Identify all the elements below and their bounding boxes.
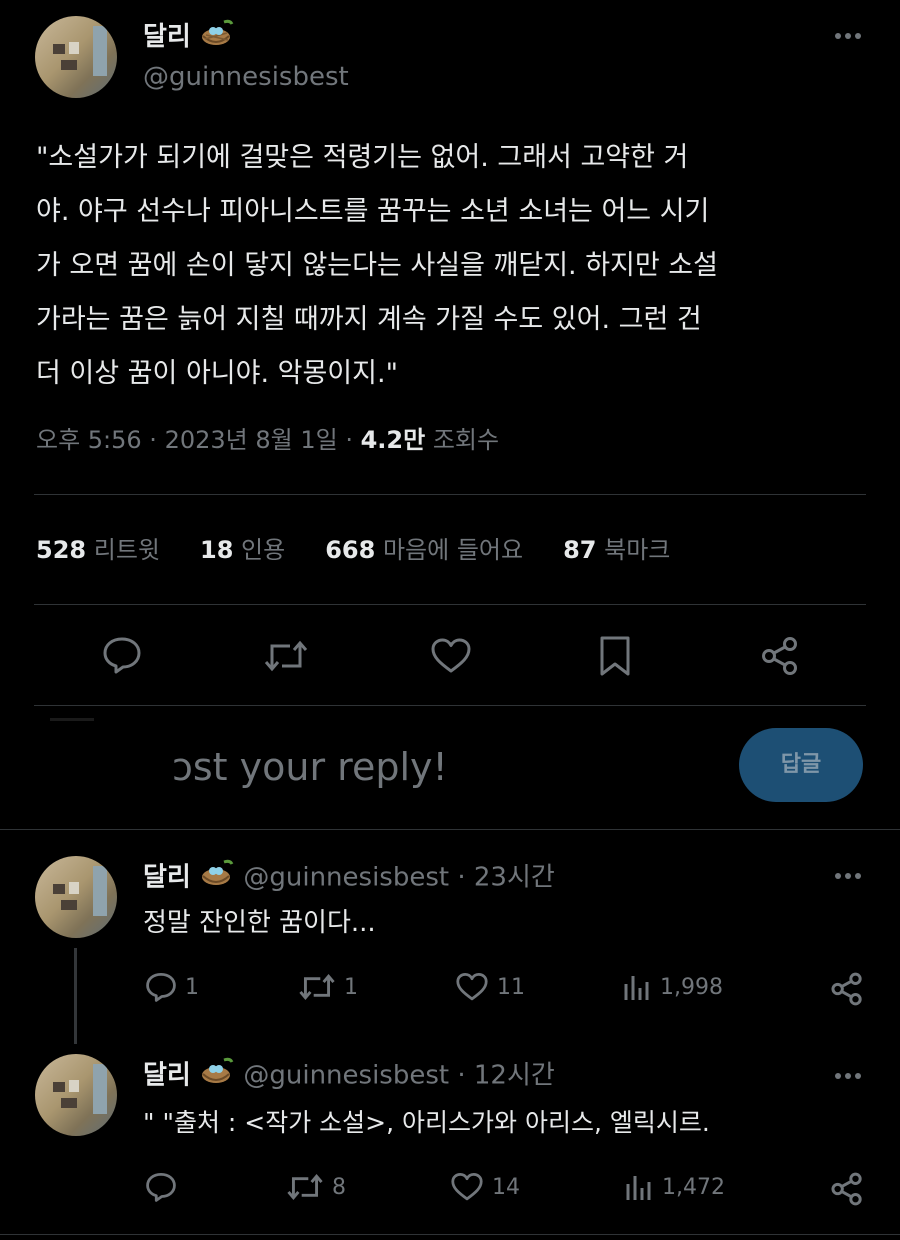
reply-action[interactable]: 1	[145, 972, 199, 1002]
retweet-count: 1	[344, 974, 358, 1000]
divider	[34, 604, 866, 605]
nest-emoji-icon	[199, 858, 235, 898]
reply-icon	[146, 972, 176, 1002]
like-icon	[451, 1172, 483, 1201]
reply-icon[interactable]	[102, 636, 142, 674]
timestamp[interactable]: 오후 5:56 · 2023년 8월 1일 ·	[36, 426, 353, 454]
stat-count: 87	[563, 536, 597, 564]
more-dots-icon[interactable]	[830, 862, 866, 894]
share-icon[interactable]	[830, 972, 864, 1006]
tweet-text-line: 가 오면 꿈에 손이 닿지 않는다는 사실을 깨닫지. 하지만 소설	[36, 250, 718, 281]
reply-time[interactable]: · 12시간	[457, 1061, 554, 1091]
stat-bookmarks[interactable]: 87 북마크	[563, 532, 670, 568]
views-count: 4.2만	[360, 426, 426, 454]
view-count: 1,472	[662, 1174, 725, 1200]
views-icon	[626, 1176, 651, 1200]
views-icon	[624, 976, 649, 1000]
retweet-icon	[287, 1174, 323, 1200]
tweet-text-line: 가라는 꿈은 늙어 지칠 때까지 계속 가질 수도 있어. 그런 건	[36, 304, 702, 335]
stat-count: 668	[325, 536, 376, 564]
reply-time[interactable]: · 23시간	[457, 863, 554, 893]
reply-input[interactable]: ɔst your reply!	[172, 742, 448, 792]
like-icon	[456, 972, 488, 1001]
tweet-text-line: 더 이상 꿈이 아니야. 악몽이지."	[36, 358, 398, 389]
reply-icon	[146, 1172, 176, 1202]
more-dots-icon[interactable]	[830, 22, 866, 50]
stat-count: 18	[200, 536, 234, 564]
stats-row: 528 리트윗 18 인용 668 마음에 들어요 87 북마크	[36, 532, 670, 568]
divider	[34, 705, 866, 706]
stat-likes[interactable]: 668 마음에 들어요	[325, 532, 523, 568]
stat-quotes[interactable]: 18 인용	[200, 532, 285, 568]
reply-header: 달리 @guinnesisbest · 23시간	[143, 858, 555, 898]
bookmark-icon[interactable]	[598, 635, 632, 677]
views-action[interactable]: 1,998	[622, 972, 723, 1002]
timestamp-row: 오후 5:56 · 2023년 8월 1일 · 4.2만 조회수	[36, 422, 499, 458]
share-icon[interactable]	[830, 1172, 864, 1206]
reply-button[interactable]: 답글	[739, 728, 863, 802]
avatar[interactable]	[35, 856, 117, 938]
avatar[interactable]	[35, 16, 117, 98]
stat-label: 리트윗	[93, 536, 160, 564]
author-name-row[interactable]: 달리	[143, 18, 235, 57]
like-action[interactable]: 11	[455, 972, 525, 1002]
view-count: 1,998	[660, 974, 723, 1000]
retweet-icon	[299, 974, 335, 1000]
more-dots-icon[interactable]	[830, 1062, 866, 1094]
tweet-text-line: "소설가가 되기에 걸맞은 적령기는 없어. 그래서 고약한 거	[36, 142, 689, 173]
views-label: 조회수	[432, 426, 500, 454]
retweet-icon[interactable]	[263, 638, 309, 674]
stat-label: 북마크	[604, 536, 671, 564]
like-action[interactable]: 14	[450, 1172, 520, 1202]
tweet-text-line: 야. 야구 선수나 피아니스트를 꿈꾸는 소년 소녀는 어느 시기	[36, 196, 710, 227]
reply-header: 달리 @guinnesisbest · 12시간	[143, 1056, 555, 1096]
avatar[interactable]	[35, 1054, 117, 1136]
stat-label: 인용	[241, 536, 286, 564]
tweet-text: "소설가가 되기에 걸맞은 적령기는 없어. 그래서 고약한 거 야. 야구 선…	[36, 131, 886, 401]
reply-action[interactable]	[145, 1172, 185, 1202]
retweet-count: 8	[332, 1174, 346, 1200]
display-name[interactable]: 달리	[143, 863, 191, 893]
like-count: 14	[492, 1174, 520, 1200]
retweet-action[interactable]: 1	[298, 972, 358, 1002]
nest-emoji-icon	[199, 18, 235, 57]
views-action[interactable]: 1,472	[624, 1172, 725, 1202]
share-icon[interactable]	[760, 636, 800, 676]
like-icon[interactable]	[430, 637, 472, 675]
handle[interactable]: @guinnesisbest	[143, 60, 349, 94]
display-name[interactable]: 달리	[143, 1061, 191, 1091]
retweet-action[interactable]: 8	[286, 1172, 346, 1202]
divider	[0, 829, 900, 830]
divider	[0, 1234, 900, 1235]
divider	[34, 494, 866, 495]
composer-artifact	[50, 718, 94, 721]
stat-count: 528	[36, 536, 87, 564]
thread-line	[74, 948, 77, 1044]
like-count: 11	[497, 974, 525, 1000]
handle[interactable]: @guinnesisbest	[243, 863, 449, 893]
nest-emoji-icon	[199, 1056, 235, 1096]
handle[interactable]: @guinnesisbest	[243, 1061, 449, 1091]
stat-label: 마음에 들어요	[382, 536, 524, 564]
display-name[interactable]: 달리	[143, 22, 191, 52]
reply-text: 정말 잔인한 꿈이다...	[143, 908, 376, 938]
reply-text: " "출처 : <작가 소설>, 아리스가와 아리스, 엘릭시르.	[143, 1108, 710, 1137]
stat-retweets[interactable]: 528 리트윗	[36, 532, 160, 568]
reply-count: 1	[185, 974, 199, 1000]
